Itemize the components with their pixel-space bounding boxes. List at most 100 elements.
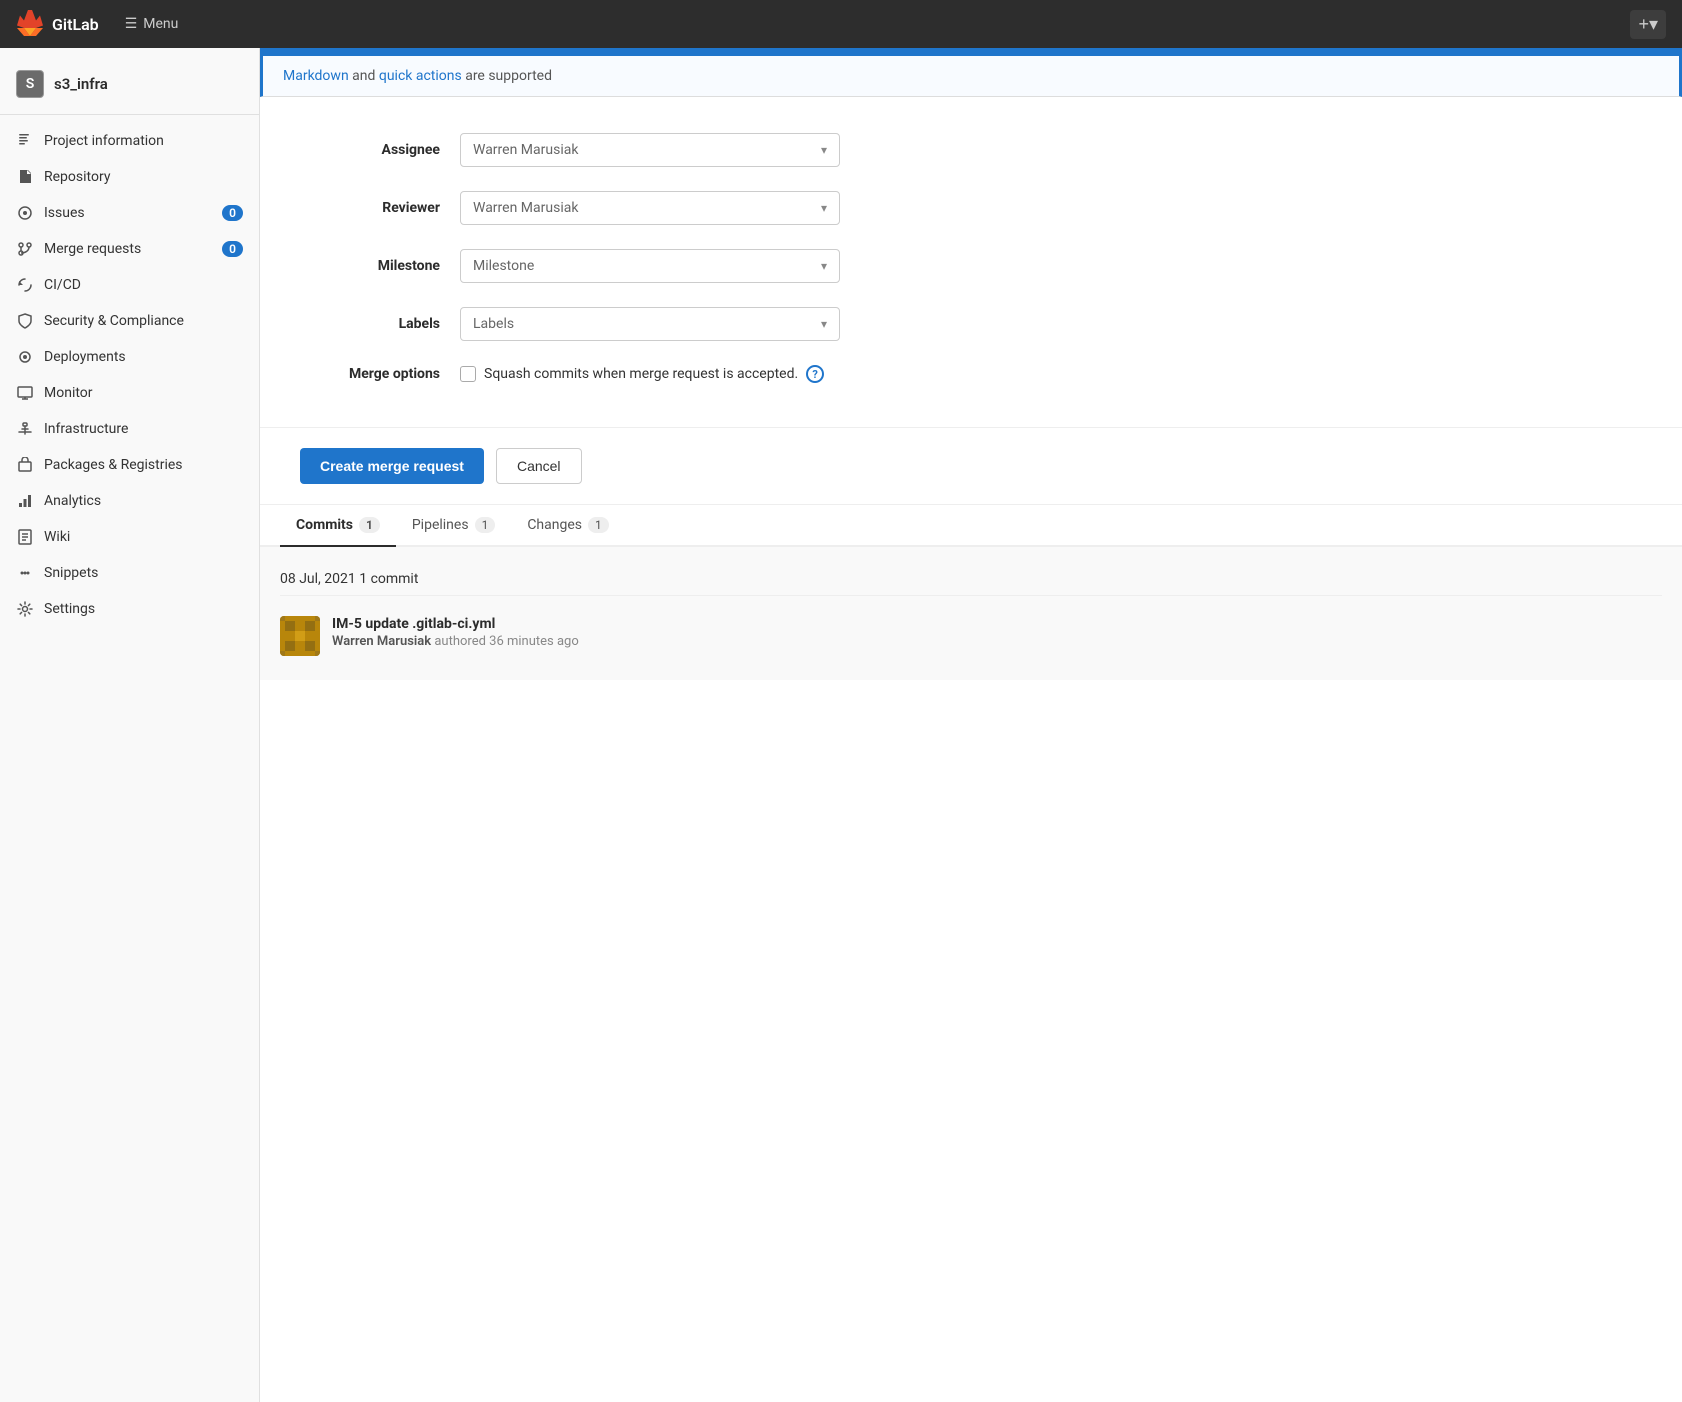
topnav-right: + ▾ bbox=[1630, 10, 1666, 39]
sidebar-item-label: Project information bbox=[44, 133, 243, 149]
infra-icon bbox=[16, 420, 34, 438]
milestone-label: Milestone bbox=[300, 258, 460, 274]
sidebar-item-wiki[interactable]: Wiki bbox=[0, 519, 259, 555]
squash-commits-checkbox[interactable] bbox=[460, 366, 476, 382]
commit-meta: Warren Marusiak authored 36 minutes ago bbox=[332, 634, 1662, 649]
sidebar-item-infrastructure[interactable]: Infrastructure bbox=[0, 411, 259, 447]
sidebar-item-snippets[interactable]: Snippets bbox=[0, 555, 259, 591]
assignee-select[interactable]: Warren Marusiak ▾ bbox=[460, 133, 840, 167]
commit-action: authored bbox=[434, 634, 489, 649]
app-layout: S s3_infra Project information Repositor… bbox=[0, 48, 1682, 1402]
sidebar-item-issues[interactable]: Issues 0 bbox=[0, 195, 259, 231]
sidebar-item-cicd[interactable]: CI/CD bbox=[0, 267, 259, 303]
avatar-pattern bbox=[280, 616, 320, 656]
reviewer-select[interactable]: Warren Marusiak ▾ bbox=[460, 191, 840, 225]
sidebar-item-label: Repository bbox=[44, 169, 243, 185]
assignee-row: Assignee Warren Marusiak ▾ bbox=[300, 133, 1642, 167]
tab-pipelines[interactable]: Pipelines 1 bbox=[396, 505, 511, 547]
labels-select[interactable]: Labels ▾ bbox=[460, 307, 840, 341]
reviewer-value: Warren Marusiak bbox=[473, 200, 821, 216]
markdown-note: Markdown and quick actions are supported bbox=[260, 56, 1682, 97]
sidebar-item-label: Issues bbox=[44, 205, 212, 221]
commit-title: IM-5 update .gitlab-ci.yml bbox=[332, 616, 1662, 632]
project-name: s3_infra bbox=[54, 75, 108, 93]
sidebar-item-packages-registries[interactable]: Packages & Registries bbox=[0, 447, 259, 483]
commit-time: 36 minutes ago bbox=[489, 634, 579, 649]
chevron-down-icon: ▾ bbox=[821, 317, 827, 331]
sidebar-item-deployments[interactable]: Deployments bbox=[0, 339, 259, 375]
sidebar-item-label: Infrastructure bbox=[44, 421, 243, 437]
merge-options-label: Merge options bbox=[300, 366, 460, 382]
sidebar-item-monitor[interactable]: Monitor bbox=[0, 375, 259, 411]
quick-actions-link[interactable]: quick actions bbox=[379, 68, 462, 84]
menu-label: Menu bbox=[143, 16, 178, 32]
commit-author: Warren Marusiak bbox=[332, 634, 431, 649]
monitor-icon bbox=[16, 384, 34, 402]
info-icon bbox=[16, 132, 34, 150]
merge-options-row: Merge options Squash commits when merge … bbox=[300, 365, 1642, 383]
markdown-link[interactable]: Markdown bbox=[283, 68, 349, 84]
sidebar-item-settings[interactable]: Settings bbox=[0, 591, 259, 627]
sidebar-item-label: Deployments bbox=[44, 349, 243, 365]
pipelines-tab-count: 1 bbox=[475, 517, 496, 533]
sidebar-item-repository[interactable]: Repository bbox=[0, 159, 259, 195]
sidebar-item-label: Monitor bbox=[44, 385, 243, 401]
commit-info: IM-5 update .gitlab-ci.yml Warren Marusi… bbox=[332, 616, 1662, 649]
labels-row: Labels Labels ▾ bbox=[300, 307, 1642, 341]
sidebar-item-label: Wiki bbox=[44, 529, 243, 545]
chevron-down-icon: ▾ bbox=[821, 143, 827, 157]
assignee-value: Warren Marusiak bbox=[473, 142, 821, 158]
sidebar-item-project-information[interactable]: Project information bbox=[0, 123, 259, 159]
analytics-icon bbox=[16, 492, 34, 510]
sidebar-item-label: Security & Compliance bbox=[44, 313, 243, 329]
repo-icon bbox=[16, 168, 34, 186]
main-content: Markdown and quick actions are supported… bbox=[260, 48, 1682, 1402]
changes-tab-count: 1 bbox=[588, 517, 609, 533]
sidebar-item-analytics[interactable]: Analytics bbox=[0, 483, 259, 519]
milestone-select[interactable]: Milestone ▾ bbox=[460, 249, 840, 283]
chevron-down-icon: ▾ bbox=[821, 201, 827, 215]
reviewer-label: Reviewer bbox=[300, 200, 460, 216]
sidebar-item-security-compliance[interactable]: Security & Compliance bbox=[0, 303, 259, 339]
hamburger-icon: ☰ bbox=[125, 16, 138, 32]
action-section: Create merge request Cancel bbox=[260, 428, 1682, 505]
milestone-value: Milestone bbox=[473, 258, 821, 274]
reviewer-row: Reviewer Warren Marusiak ▾ bbox=[300, 191, 1642, 225]
menu-button[interactable]: ☰ Menu bbox=[115, 10, 189, 38]
assignee-label: Assignee bbox=[300, 142, 460, 158]
sidebar-item-label: Merge requests bbox=[44, 241, 212, 257]
sidebar-project: S s3_infra bbox=[0, 60, 259, 115]
tab-commits[interactable]: Commits 1 bbox=[280, 505, 396, 547]
merge-options-content: Squash commits when merge request is acc… bbox=[460, 365, 824, 383]
gitlab-fox-icon bbox=[16, 10, 44, 38]
sidebar-item-label: Settings bbox=[44, 601, 243, 617]
plus-icon: + bbox=[1638, 14, 1649, 35]
commits-tab-label: Commits bbox=[296, 517, 353, 533]
brand-name: GitLab bbox=[52, 15, 99, 34]
merge-requests-badge: 0 bbox=[222, 241, 243, 257]
create-merge-request-button[interactable]: Create merge request bbox=[300, 448, 484, 484]
mr-icon bbox=[16, 240, 34, 258]
gitlab-logo[interactable]: GitLab bbox=[16, 10, 99, 38]
help-icon[interactable]: ? bbox=[806, 365, 824, 383]
form-section: Assignee Warren Marusiak ▾ Reviewer Warr… bbox=[260, 113, 1682, 428]
project-avatar: S bbox=[16, 70, 44, 98]
sidebar-item-merge-requests[interactable]: Merge requests 0 bbox=[0, 231, 259, 267]
chevron-down-icon: ▾ bbox=[821, 259, 827, 273]
new-item-button[interactable]: + ▾ bbox=[1630, 10, 1666, 39]
commit-author-avatar bbox=[280, 616, 320, 656]
tabs-bar: Commits 1 Pipelines 1 Changes 1 bbox=[260, 505, 1682, 547]
blue-top-border bbox=[260, 48, 1682, 56]
wiki-icon bbox=[16, 528, 34, 546]
commits-section: 08 Jul, 2021 1 commit bbox=[260, 547, 1682, 680]
tab-changes[interactable]: Changes 1 bbox=[511, 505, 624, 547]
commit-date-header: 08 Jul, 2021 1 commit bbox=[280, 563, 1662, 596]
sidebar-item-label: Packages & Registries bbox=[44, 457, 243, 473]
packages-icon bbox=[16, 456, 34, 474]
changes-tab-label: Changes bbox=[527, 517, 582, 533]
cancel-button[interactable]: Cancel bbox=[496, 448, 582, 484]
sidebar-item-label: Analytics bbox=[44, 493, 243, 509]
deploy-icon bbox=[16, 348, 34, 366]
cicd-icon bbox=[16, 276, 34, 294]
shield-icon bbox=[16, 312, 34, 330]
